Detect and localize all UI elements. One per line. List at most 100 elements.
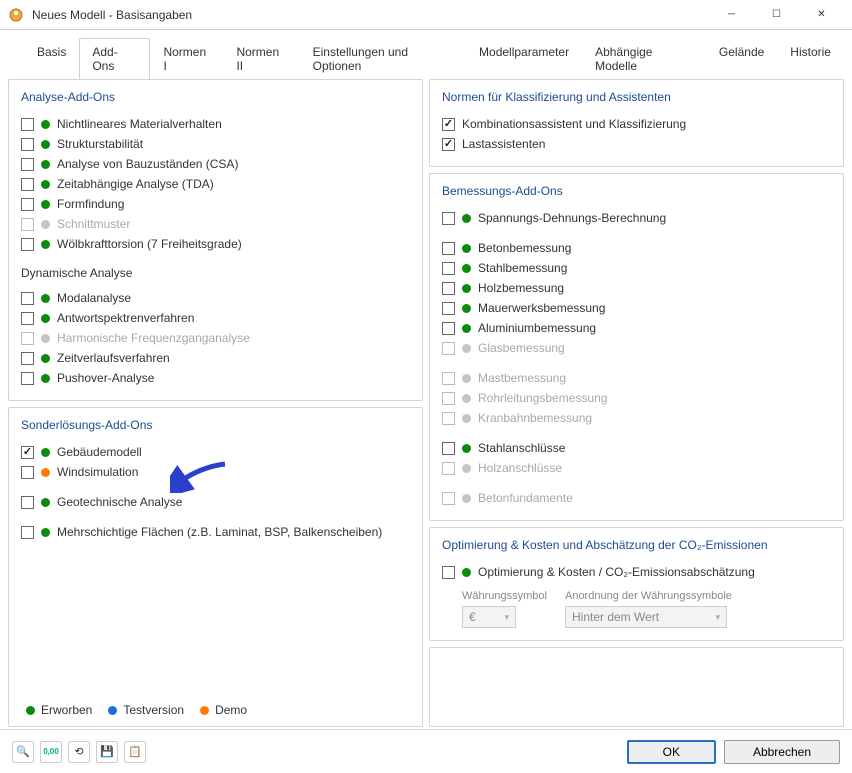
tab-modellparameter[interactable]: Modellparameter [466, 38, 582, 79]
status-dot [41, 180, 50, 189]
addon-label: Spannungs-Dehnungs-Berechnung [478, 211, 666, 225]
addon-item: Mastbemessung [442, 368, 831, 388]
empty-panel [429, 647, 844, 727]
checkbox[interactable] [21, 158, 34, 171]
checkbox [442, 392, 455, 405]
status-dot [41, 220, 50, 229]
addon-item: Betonbemessung [442, 238, 831, 258]
addon-item: Schnittmuster [21, 214, 410, 234]
tab-gelände[interactable]: Gelände [706, 38, 777, 79]
footer-icon-4[interactable]: 💾 [96, 741, 118, 763]
addon-label: Geotechnische Analyse [57, 495, 182, 509]
addon-label: Formfindung [57, 197, 124, 211]
dynamic-analysis-heading: Dynamische Analyse [21, 266, 410, 280]
checkbox[interactable] [442, 118, 455, 131]
checkbox[interactable] [442, 138, 455, 151]
checkbox[interactable] [21, 138, 34, 151]
checkbox[interactable] [21, 352, 34, 365]
status-dot [462, 374, 471, 383]
addon-label: Harmonische Frequenzganganalyse [57, 331, 250, 345]
tab-normen-i[interactable]: Normen I [150, 38, 223, 79]
status-dot [462, 444, 471, 453]
addon-label: Mastbemessung [478, 371, 566, 385]
arrangement-select[interactable]: Hinter dem Wert▾ [565, 606, 727, 628]
checkbox[interactable] [442, 566, 455, 579]
status-dot [462, 264, 471, 273]
checkbox[interactable] [442, 302, 455, 315]
window-title: Neues Modell - Basisangaben [32, 8, 709, 22]
status-dot [462, 304, 471, 313]
checkbox[interactable] [21, 312, 34, 325]
footer-icon-5[interactable]: 📋 [124, 741, 146, 763]
chevron-down-icon: ▾ [504, 612, 509, 623]
addon-label: Analyse von Bauzuständen (CSA) [57, 157, 238, 171]
status-dot [462, 324, 471, 333]
checkbox[interactable] [21, 526, 34, 539]
cancel-button[interactable]: Abbrechen [724, 740, 840, 764]
addon-label: Windsimulation [57, 465, 138, 479]
addon-item: Strukturstabilität [21, 134, 410, 154]
addon-item: Stahlbemessung [442, 258, 831, 278]
status-dot [41, 468, 50, 477]
addon-item: Kranbahnbemessung [442, 408, 831, 428]
addon-item: Pushover-Analyse [21, 368, 410, 388]
addon-item: Holzbemessung [442, 278, 831, 298]
group-design: Bemessungs-Add-Ons Spannungs-Dehnungs-Be… [429, 173, 844, 521]
tab-add-ons[interactable]: Add-Ons [79, 38, 150, 79]
group-norms: Normen für Klassifizierung und Assistent… [429, 79, 844, 167]
footer-icon-2[interactable]: 0,00 [40, 741, 62, 763]
tab-basis[interactable]: Basis [24, 38, 79, 79]
addon-label: Wölbkrafttorsion (7 Freiheitsgrade) [57, 237, 242, 251]
checkbox[interactable] [21, 446, 34, 459]
checkbox[interactable] [442, 282, 455, 295]
status-dot [41, 498, 50, 507]
group-special: Sonderlösungs-Add-Ons GebäudemodellWinds… [8, 407, 423, 727]
checkbox[interactable] [21, 178, 34, 191]
footer-icon-1[interactable]: 🔍 [12, 741, 34, 763]
checkbox[interactable] [21, 372, 34, 385]
checkbox [442, 342, 455, 355]
tab-einstellungen-und-optionen[interactable]: Einstellungen und Optionen [300, 38, 466, 79]
tab-normen-ii[interactable]: Normen II [223, 38, 299, 79]
titlebar: Neues Modell - Basisangaben ─ ☐ ✕ [0, 0, 852, 30]
addon-item: Betonfundamente [442, 488, 831, 508]
footer-icon-3[interactable]: ⟲ [68, 741, 90, 763]
checkbox[interactable] [21, 292, 34, 305]
checkbox[interactable] [21, 198, 34, 211]
checkbox[interactable] [21, 496, 34, 509]
checkbox[interactable] [21, 118, 34, 131]
addon-label: Kranbahnbemessung [478, 411, 592, 425]
checkbox [442, 492, 455, 505]
addon-item: Rohrleitungsbemessung [442, 388, 831, 408]
checkbox[interactable] [21, 238, 34, 251]
maximize-button[interactable]: ☐ [754, 0, 799, 30]
checkbox[interactable] [442, 442, 455, 455]
checkbox[interactable] [442, 262, 455, 275]
close-button[interactable]: ✕ [799, 0, 844, 30]
checkbox[interactable] [442, 242, 455, 255]
legend: Erworben Testversion Demo [26, 703, 257, 717]
addon-item: Antwortspektrenverfahren [21, 308, 410, 328]
checkbox[interactable] [442, 212, 455, 225]
checkbox[interactable] [21, 466, 34, 479]
status-dot [41, 354, 50, 363]
addon-item: Spannungs-Dehnungs-Berechnung [442, 208, 831, 228]
addon-item: Mehrschichtige Flächen (z.B. Laminat, BS… [21, 522, 410, 542]
addon-item: Kombinationsassistent und Klassifizierun… [442, 114, 831, 134]
addon-label: Rohrleitungsbemessung [478, 391, 607, 405]
addon-item: Nichtlineares Materialverhalten [21, 114, 410, 134]
addon-label: Betonfundamente [478, 491, 573, 505]
tab-abhängige-modelle[interactable]: Abhängige Modelle [582, 38, 706, 79]
addon-item: Modalanalyse [21, 288, 410, 308]
checkbox[interactable] [442, 322, 455, 335]
tab-historie[interactable]: Historie [777, 38, 844, 79]
status-dot [41, 314, 50, 323]
ok-button[interactable]: OK [627, 740, 716, 764]
addon-label: Strukturstabilität [57, 137, 143, 151]
group-special-title: Sonderlösungs-Add-Ons [21, 418, 410, 432]
addon-label: Zeitverlaufsverfahren [57, 351, 170, 365]
status-dot [462, 284, 471, 293]
minimize-button[interactable]: ─ [709, 0, 754, 30]
currency-select[interactable]: €▾ [462, 606, 516, 628]
addon-label: Stahlanschlüsse [478, 441, 565, 455]
